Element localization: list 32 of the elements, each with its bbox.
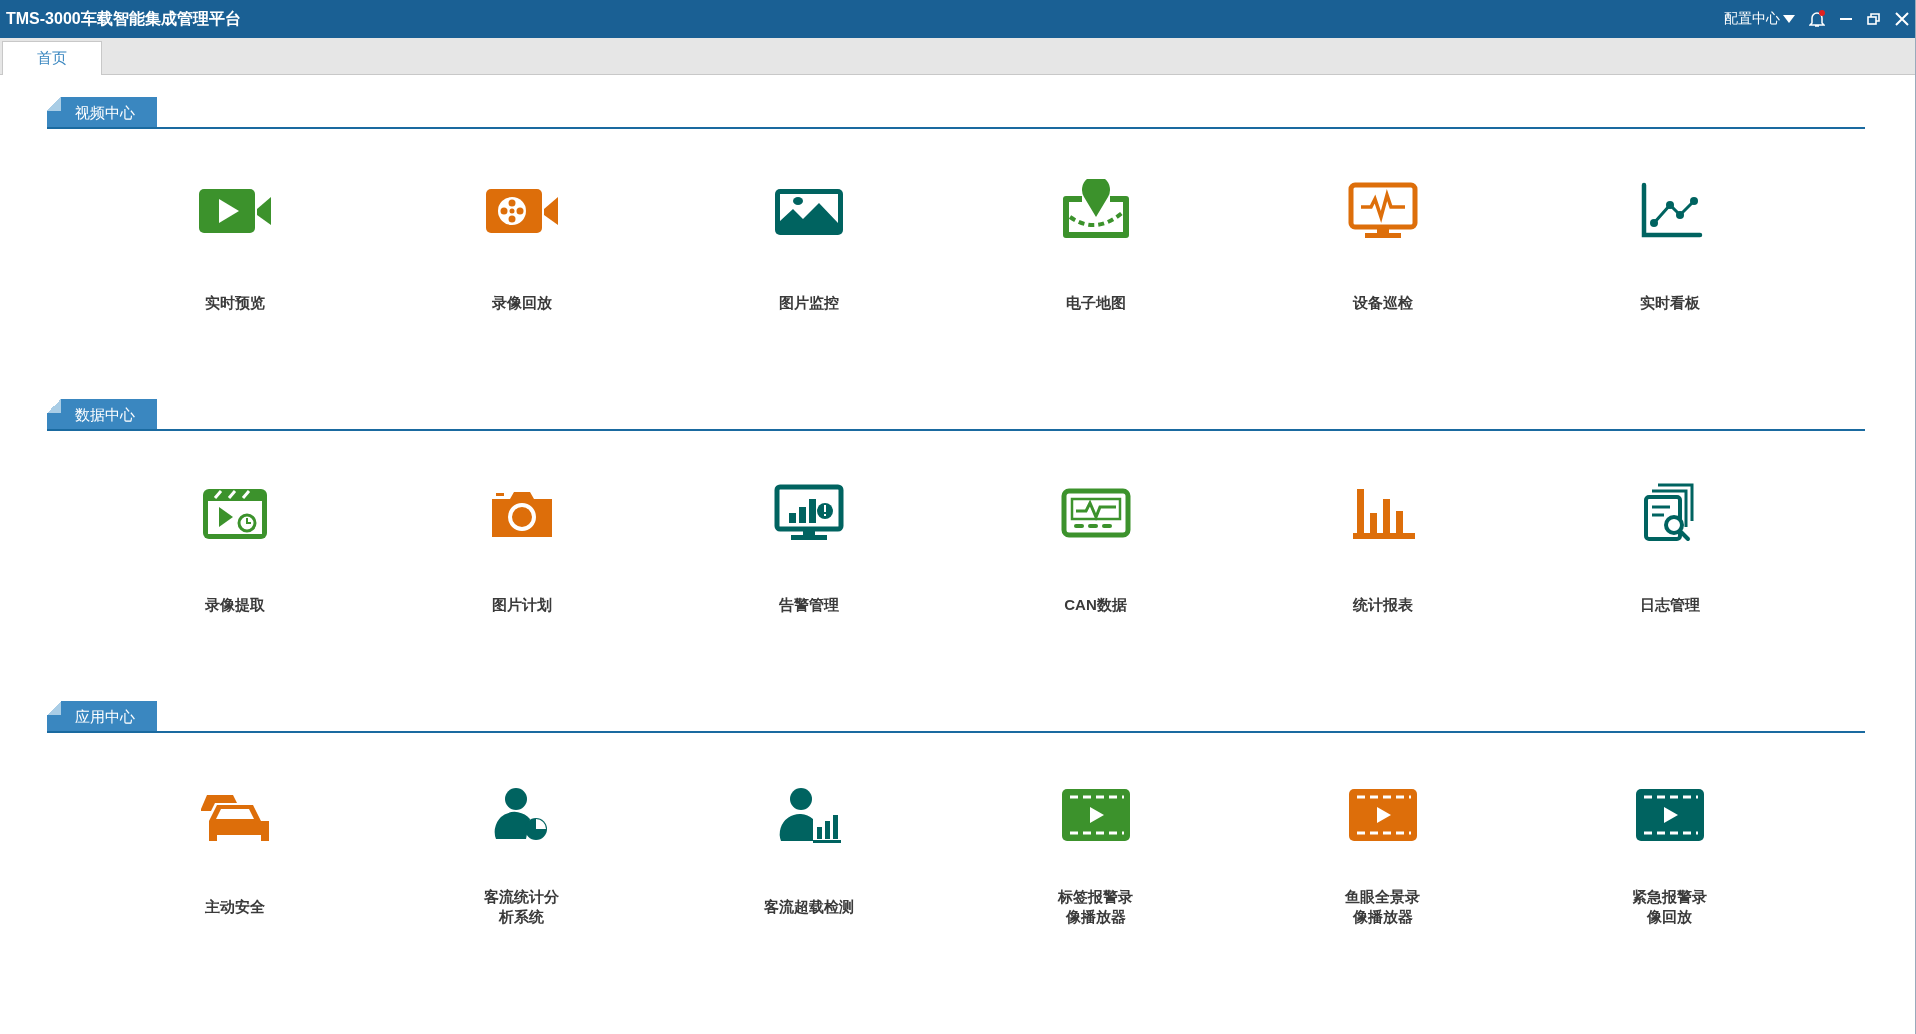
- close-button[interactable]: [1895, 12, 1909, 26]
- app-tile[interactable]: 标签报警录 像播放器: [1055, 783, 1136, 929]
- app-tile[interactable]: 电子地图: [1055, 179, 1136, 325]
- app-tile[interactable]: 实时看板: [1629, 179, 1710, 325]
- notification-button[interactable]: [1809, 10, 1825, 28]
- app-tile[interactable]: 实时预览: [194, 179, 275, 325]
- bell-icon: [1809, 10, 1825, 28]
- app-tile[interactable]: 统计报表: [1342, 481, 1423, 627]
- home-tab[interactable]: 首页: [2, 41, 102, 75]
- app-tile[interactable]: 图片监控: [768, 179, 849, 325]
- app-tile[interactable]: 图片计划: [481, 481, 562, 627]
- app-tile[interactable]: 设备巡检: [1342, 179, 1423, 325]
- app-tile[interactable]: 紧急报警录 像回放: [1629, 783, 1710, 929]
- app-tile[interactable]: 录像回放: [481, 179, 562, 325]
- app-tile[interactable]: 告警管理: [768, 481, 849, 627]
- caret-icon: [1783, 15, 1795, 23]
- restore-icon: [1867, 12, 1881, 26]
- unread-dot: [1819, 10, 1825, 16]
- app-tile[interactable]: 客流统计分 析系统: [481, 783, 562, 929]
- app-tile[interactable]: 鱼眼全景录 像播放器: [1342, 783, 1423, 929]
- app-tile[interactable]: 录像提取: [194, 481, 275, 627]
- config-menu-button[interactable]: 配置中心: [1724, 10, 1795, 28]
- section-title: 数据中心: [47, 399, 157, 429]
- window-title: TMS-3000车载智能集成管理平台: [6, 8, 242, 29]
- restore-button[interactable]: [1867, 12, 1881, 26]
- app-tile[interactable]: 主动安全: [194, 783, 275, 929]
- section-title: 视频中心: [47, 97, 157, 127]
- app-tile[interactable]: 客流超载检测: [763, 783, 854, 929]
- section-title: 应用中心: [47, 701, 157, 731]
- close-icon: [1895, 12, 1909, 26]
- app-tile[interactable]: 日志管理: [1629, 481, 1710, 627]
- app-tile[interactable]: CAN数据: [1055, 481, 1136, 627]
